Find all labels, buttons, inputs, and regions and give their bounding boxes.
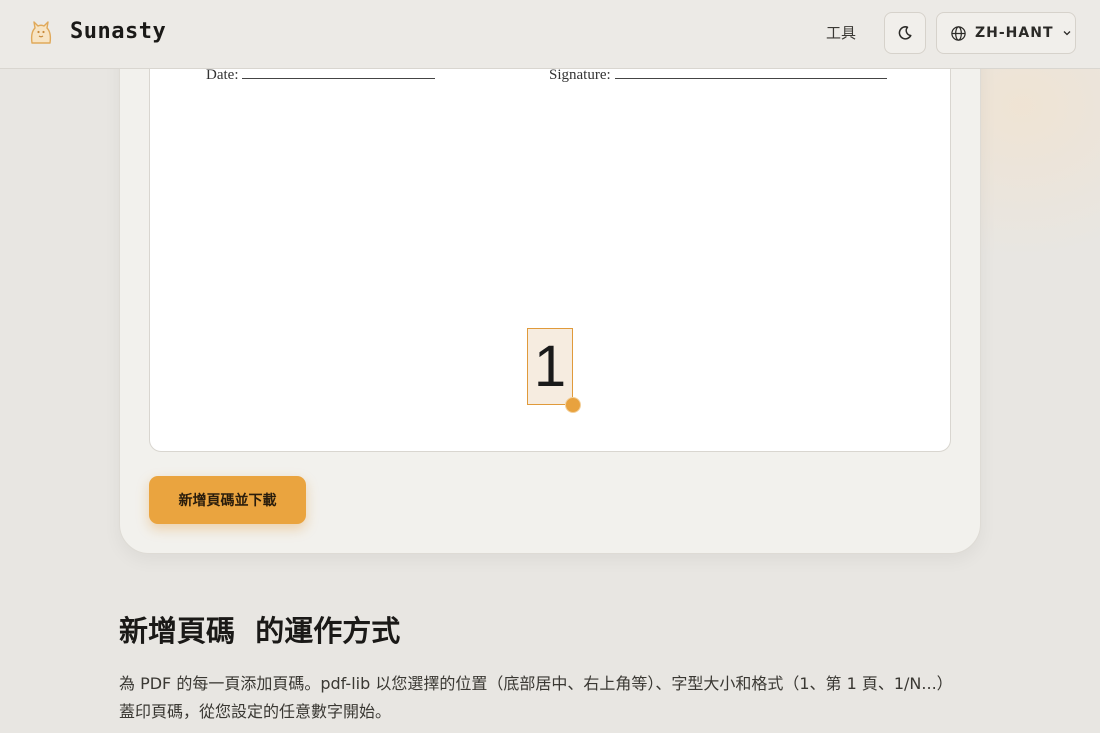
pdf-signature-label: Signature: (549, 67, 611, 83)
logo-cat-icon[interactable] (26, 18, 56, 48)
page-number-overlay[interactable]: 1 (527, 328, 573, 405)
globe-icon (951, 25, 966, 41)
add-page-numbers-download-button[interactable]: 新增頁碼並下載 (149, 476, 306, 524)
brand-name[interactable]: Sunasty (70, 19, 166, 44)
page-number-drag-handle[interactable] (565, 397, 581, 413)
nav-tools-link[interactable]: 工具 (826, 22, 856, 43)
pdf-preview: Date: Signature: 1 (149, 40, 951, 452)
chevron-down-icon (1063, 31, 1070, 36)
how-it-works-description: 為 PDF 的每一頁添加頁碼。pdf-lib 以您選擇的位置（底部居中、右上角等… (119, 670, 999, 726)
theme-toggle-button[interactable] (884, 12, 926, 54)
description-line-1: 為 PDF 的每一頁添加頁碼。pdf-lib 以您選擇的位置（底部居中、右上角等… (119, 674, 953, 693)
top-header: Sunasty 工具 ZH-HANT (0, 0, 1100, 69)
language-selector[interactable]: ZH-HANT (936, 12, 1076, 54)
pdf-date-label: Date: (206, 67, 239, 83)
moon-icon (898, 26, 912, 40)
how-it-works-title: 新增頁碼 的運作方式 (119, 614, 401, 648)
language-label: ZH-HANT (975, 25, 1054, 41)
description-line-2: 蓋印頁碼，從您設定的任意數字開始。 (119, 702, 392, 721)
page-number-text: 1 (533, 333, 567, 399)
